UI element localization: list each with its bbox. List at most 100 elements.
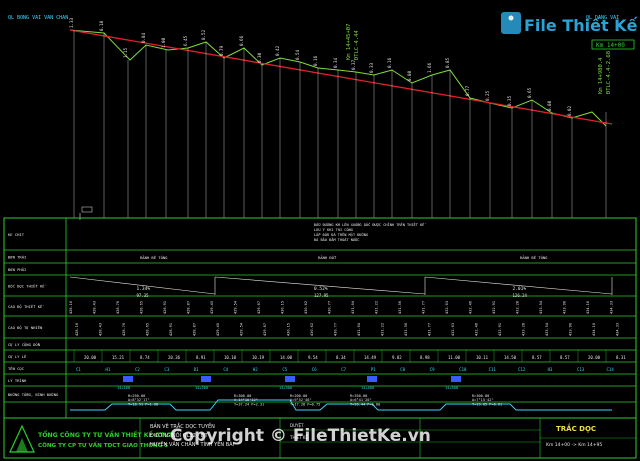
distance-value: 9.82 — [392, 355, 402, 360]
elevation-peak-label: 0.66 — [239, 35, 244, 46]
curve-parameter: T=20.44 P=0.60 — [350, 402, 380, 406]
station-name: C14 — [607, 367, 615, 372]
km-marker-label: 14+100 — [117, 386, 130, 390]
watermark-copyright: Copyright © FileThietKe.vn — [170, 426, 431, 446]
distance-value: 10.10 — [224, 355, 237, 360]
elevation-value: 432.91 — [492, 301, 496, 314]
station-name: C4 — [223, 367, 228, 372]
elevation-peak-label: 1.15 — [123, 47, 128, 58]
elevation-peak-label: 0.30 — [257, 52, 262, 63]
natural-elevation-value: 428.91 — [169, 323, 173, 336]
header-left-label: QL BONG VAI VAN CHAN — [8, 15, 68, 21]
table-row-label: ĐƠN TRÁI — [8, 255, 26, 260]
distance-value: 20.36 — [168, 355, 181, 360]
company-name-2: CÔNG TY CP TƯ VẤN TDCT GIAO THÔNG 5 — [38, 441, 168, 449]
natural-elevation-value: 430.62 — [310, 323, 314, 336]
table-row-label: CỰ LY CỘNG DỒN — [8, 342, 41, 347]
distance-value: 8.57 — [560, 355, 570, 360]
elevation-peak-label: 0.80 — [547, 100, 552, 111]
logo-globe-icon — [508, 15, 514, 21]
elevation-peak-label: 0.35 — [507, 95, 512, 106]
natural-elevation-value: 434.10 — [592, 323, 596, 336]
slope-value: 2.01% — [513, 286, 527, 292]
elevation-peak-label: 1.66 — [427, 62, 432, 73]
table-row-label: CAO ĐỘ THIẾT KẾ — [8, 304, 44, 309]
elevation-value: 429.54 — [234, 301, 238, 314]
table-row-label: TÊN CỌC — [8, 366, 24, 371]
distance-value: 14.50 — [504, 355, 517, 360]
distance-value: 10.11 — [476, 355, 489, 360]
table-row-label: LÝ TRÌNH — [8, 378, 27, 383]
station-name: C5 — [282, 367, 287, 372]
table-row-label: ĐƠN PHẢI — [8, 267, 26, 272]
natural-elevation-value: 432.03 — [451, 323, 455, 336]
natural-elevation-value: 431.77 — [428, 323, 432, 336]
natural-elevation-value: 431.56 — [404, 323, 408, 336]
elevation-value: 429.45 — [210, 301, 214, 314]
elevation-value: 428.43 — [93, 301, 97, 314]
slope-length: 97.35 — [137, 293, 150, 298]
elevation-value: 428.70 — [116, 301, 120, 314]
elevation-value: 434.33 — [610, 301, 614, 314]
elevation-value: 432.03 — [445, 301, 449, 314]
elevation-peak-label: 8.52 — [201, 29, 206, 40]
sheet-subtitle: Km 14+00 -> Km 14+95 — [546, 442, 602, 448]
elevation-peak-label: 0.37 — [351, 59, 356, 70]
table-note: ĐÁ BẢO ĐẢM THOÁT NƯỚC — [314, 237, 359, 242]
table-row-label: CỰ LY LẺ — [8, 354, 27, 359]
km-marker-badge — [123, 376, 133, 382]
curve-parameter: T=19.05 P=0.61 — [472, 402, 502, 406]
km-marker-badge — [451, 376, 461, 382]
elevation-peak-label: 0.84 — [141, 32, 146, 43]
natural-elevation-value: 431.22 — [381, 323, 385, 336]
elevation-value: 430.15 — [281, 301, 285, 314]
elevation-value: 433.90 — [563, 301, 567, 314]
natural-elevation-value: 428.87 — [193, 323, 197, 336]
table-note: LƯU Ý KHI THI CÔNG — [314, 227, 353, 232]
station-name: C12 — [518, 367, 526, 372]
distance-value: 15.21 — [112, 355, 125, 360]
elevation-value: 429.87 — [257, 301, 261, 314]
watermark-logo-text: File Thiết Kế .vn — [524, 16, 640, 35]
distance-value: 14.49 — [364, 355, 377, 360]
table-row-label: ĐƯỜNG TỔNG, BÌNH ĐƯỜNG — [8, 392, 59, 397]
elevation-peak-label: 0.34 — [333, 57, 338, 68]
station-name: C11 — [489, 367, 497, 372]
vertical-station-note: Km 14+980.4 — [598, 57, 604, 94]
natural-elevation-value: 432.46 — [475, 323, 479, 336]
natural-elevation-value: 429.45 — [216, 323, 220, 336]
vertical-station-note: ĐTLC-4.44 — [354, 30, 360, 60]
elevation-peak-label: 0.16 — [387, 57, 392, 68]
distance-value: 20.00 — [84, 355, 97, 360]
elevation-peak-label: 0.25 — [485, 90, 490, 101]
station-name: C9 — [430, 367, 435, 372]
distance-value: 20.00 — [588, 355, 601, 360]
elevation-peak-label: 0.54 — [295, 49, 300, 60]
elevation-value: 431.77 — [422, 301, 426, 314]
km-marker-label: 14+300 — [279, 386, 292, 390]
curve-parameter: T=17.28 P=0.75 — [290, 402, 320, 406]
natural-elevation-value: 428.70 — [122, 323, 126, 336]
elevation-value: 428.65 — [140, 301, 144, 314]
elevation-value: 431.22 — [375, 301, 379, 314]
km-marker-label: 14+200 — [195, 386, 208, 390]
natural-elevation-value: 428.16 — [75, 323, 79, 336]
distance-value: 14.00 — [280, 355, 293, 360]
curve-parameter: T=37.24 P=2.31 — [234, 402, 264, 406]
table-row-label: DỐC DỌC THIẾT KẾ — [8, 284, 47, 289]
elevation-peak-label: 1.00 — [161, 37, 166, 48]
elevation-peak-label: 0.33 — [369, 62, 374, 73]
table-row-label: KE CHIT — [8, 232, 25, 237]
station-name: D1 — [194, 367, 199, 372]
natural-elevation-value: 433.90 — [569, 323, 573, 336]
elevation-value: 433.28 — [516, 301, 520, 314]
sheet-title: TRẮC DỌC — [556, 423, 596, 433]
station-name: C7 — [341, 367, 346, 372]
elevation-peak-label: 0.02 — [567, 105, 572, 116]
elevation-peak-label: 0.65 — [527, 87, 532, 98]
elevation-value: 433.54 — [539, 301, 543, 314]
cad-drawing-canvas[interactable]: QL BONG VAI VAN CHAN QL DANG VAI Km 14+0… — [0, 0, 640, 461]
distance-value: 9.54 — [308, 355, 318, 360]
elevation-peak-label: 0.79 — [219, 45, 224, 56]
vertical-station-note: Km 14+45+07 — [346, 24, 352, 60]
